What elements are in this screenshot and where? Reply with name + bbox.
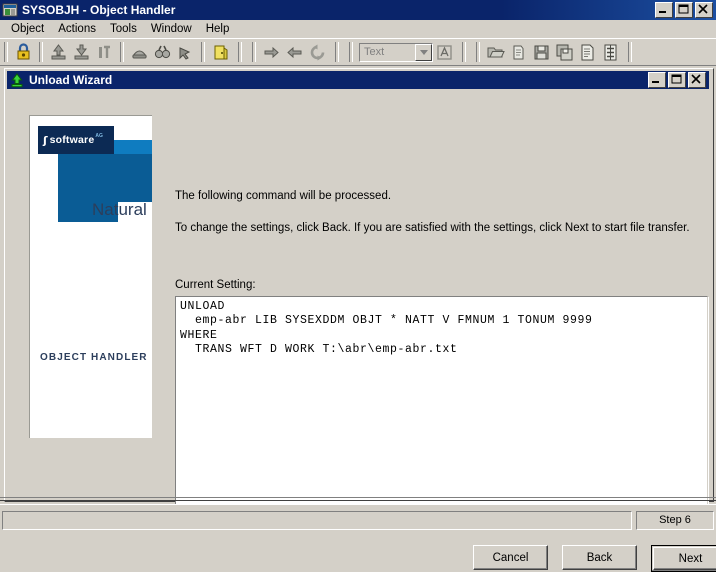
text-type-combo[interactable]: Text (359, 42, 433, 62)
menu-item-actions[interactable]: Actions (51, 22, 103, 36)
wizard-window-buttons (648, 72, 706, 88)
browse-icon[interactable] (128, 41, 151, 63)
toolbar-separator (252, 42, 256, 62)
module-name: OBJECT HANDLER (40, 352, 148, 363)
wizard-close-icon[interactable] (688, 72, 706, 88)
load-icon[interactable] (70, 41, 93, 63)
mdi-client-edge (0, 497, 716, 501)
toolbar-separator (120, 42, 124, 62)
back-arrow-icon[interactable] (283, 41, 306, 63)
toolbar-separator (4, 42, 8, 62)
chevron-down-icon[interactable] (415, 43, 432, 61)
back-button[interactable]: Back (562, 545, 637, 570)
unload-wizard-window: Unload Wizard ʃ software AG Natural OBJE… (4, 68, 716, 572)
find-icon[interactable] (151, 41, 174, 63)
current-setting-label: Current Setting: (175, 279, 256, 291)
new-document-icon[interactable] (507, 41, 530, 63)
toolbar-separator (349, 42, 353, 62)
application-window: SYSOBJH - Object Handler Object Actions … (0, 0, 716, 572)
toolbar-separator (39, 42, 43, 62)
open-folder-icon[interactable] (484, 41, 507, 63)
cancel-button[interactable]: Cancel (473, 545, 548, 570)
current-setting-text: UNLOAD emp-abr LIB SYSEXDDM OBJT * NATT … (180, 300, 593, 357)
refresh-icon[interactable] (306, 41, 329, 63)
wizard-maximize-icon[interactable] (668, 72, 686, 88)
menu-item-object[interactable]: Object (4, 22, 51, 36)
close-icon[interactable] (695, 2, 713, 18)
toolbar-separator (238, 42, 242, 62)
intro-line-1: The following command will be processed. (175, 190, 392, 202)
wizard-minimize-icon[interactable] (648, 72, 666, 88)
brand-banner: ʃ software AG Natural OBJECT HANDLER (29, 115, 152, 438)
menu-item-help[interactable]: Help (199, 22, 237, 36)
wizard-titlebar: Unload Wizard (7, 71, 709, 89)
toolbar-separator (628, 42, 632, 62)
app-window-icon (2, 2, 18, 18)
toolbar-separator (476, 42, 480, 62)
scan-icon[interactable] (93, 41, 116, 63)
toolbar: Text (0, 38, 716, 66)
wizard-button-row: Cancel Back Next (473, 545, 716, 572)
intro-line-2: To change the settings, click Back. If y… (175, 222, 690, 234)
text-type-combo-value: Text (364, 46, 385, 58)
minimize-icon[interactable] (655, 2, 673, 18)
padlock-icon[interactable] (12, 41, 35, 63)
software-ag-symbol: ʃ (43, 133, 48, 147)
main-titlebar: SYSOBJH - Object Handler (0, 0, 716, 20)
status-message (2, 510, 632, 530)
logo-accent-mid-block (58, 154, 152, 202)
toolbar-separator (201, 42, 205, 62)
status-step: Step 6 (636, 510, 714, 530)
maximize-icon[interactable] (675, 2, 693, 18)
software-ag-wordmark: software (49, 134, 95, 146)
menu-item-tools[interactable]: Tools (103, 22, 144, 36)
menu-item-window[interactable]: Window (144, 22, 199, 36)
app-title: SYSOBJH - Object Handler (22, 3, 176, 17)
product-name: Natural (92, 200, 147, 219)
save-as-icon[interactable] (553, 41, 576, 63)
edit-text-icon[interactable] (433, 41, 456, 63)
list-icon[interactable] (599, 41, 622, 63)
report-icon[interactable] (576, 41, 599, 63)
next-button[interactable]: Next (651, 545, 716, 572)
select-icon[interactable] (174, 41, 197, 63)
main-window-buttons (655, 2, 713, 18)
current-setting-textarea[interactable]: UNLOAD emp-abr LIB SYSEXDDM OBJT * NATT … (175, 296, 708, 510)
exit-door-icon[interactable] (209, 41, 232, 63)
unload-icon[interactable] (47, 41, 70, 63)
software-ag-logo: ʃ software AG (38, 126, 114, 154)
unload-arrow-icon (9, 72, 25, 88)
forward-arrow-icon[interactable] (260, 41, 283, 63)
statusbar: Step 6 (0, 504, 716, 535)
save-icon[interactable] (530, 41, 553, 63)
wizard-body: ʃ software AG Natural OBJECT HANDLER The… (7, 91, 716, 572)
menubar: Object Actions Tools Window Help (0, 20, 716, 38)
toolbar-separator (335, 42, 339, 62)
software-ag-suffix: AG (95, 133, 103, 139)
logo-accent-light-block (114, 140, 152, 154)
toolbar-separator (462, 42, 466, 62)
wizard-title: Unload Wizard (29, 73, 113, 87)
next-button-label: Next (653, 547, 716, 570)
